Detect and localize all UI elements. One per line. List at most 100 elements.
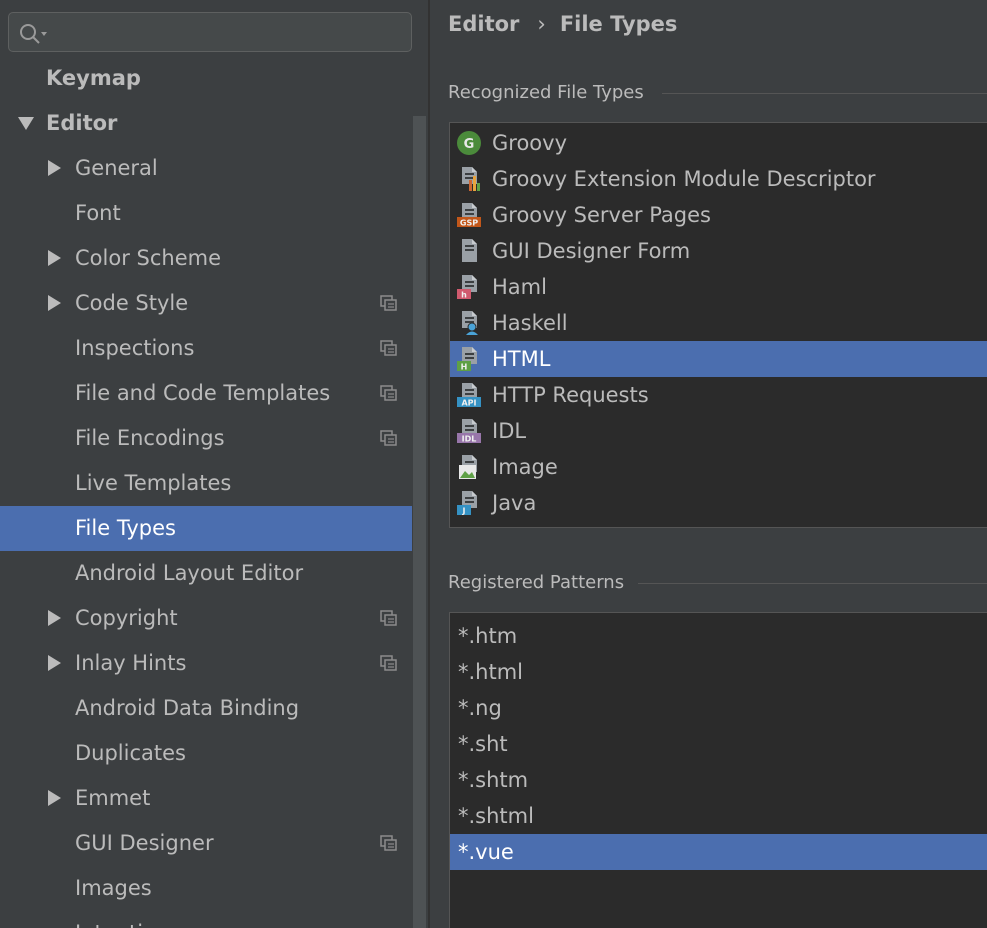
pattern-row[interactable]: *.html	[450, 654, 987, 690]
file-type-row-html[interactable]: H HTML	[450, 341, 987, 377]
search-icon	[20, 24, 47, 44]
groovy-icon: G	[457, 131, 481, 155]
collapse-arrow-right-icon[interactable]	[48, 160, 61, 176]
collapse-arrow-right-icon[interactable]	[48, 655, 61, 671]
sidebar-item-images[interactable]: Images	[0, 866, 428, 911]
sidebar-item-emmet[interactable]: Emmet	[0, 776, 428, 821]
sidebar-item-label: File Encodings	[75, 426, 225, 450]
collapse-arrow-right-icon[interactable]	[48, 790, 61, 806]
sidebar-item-editor[interactable]: Editor	[0, 101, 428, 146]
sidebar-item-label: Android Layout Editor	[75, 561, 304, 585]
collapse-arrow-right-icon[interactable]	[48, 250, 61, 266]
haskell-file-icon	[462, 311, 478, 335]
sidebar-item-general[interactable]: General	[0, 146, 428, 191]
expand-arrow-down-icon[interactable]	[18, 117, 34, 130]
sidebar-item-label: Duplicates	[75, 741, 186, 765]
file-type-row-http-requests[interactable]: API HTTP Requests	[450, 377, 987, 413]
sidebar-item-label: Font	[75, 201, 121, 225]
recognized-file-types-title: Recognized File Types	[448, 82, 644, 103]
sidebar-item-font[interactable]: Font	[0, 191, 428, 236]
gsp-file-icon: GSP	[457, 203, 481, 228]
file-type-row-idl[interactable]: IDL IDL	[450, 413, 987, 449]
project-level-icon	[380, 385, 397, 401]
collapse-arrow-right-icon[interactable]	[48, 295, 61, 311]
project-level-icon	[380, 655, 397, 671]
breadcrumb-parent[interactable]: Editor	[448, 12, 519, 36]
file-type-label: Haml	[492, 275, 547, 299]
collapse-arrow-right-icon[interactable]	[48, 610, 61, 626]
sidebar-item-label: Keymap	[46, 66, 141, 90]
sidebar-item-inlay-hints[interactable]: Inlay Hints	[0, 641, 428, 686]
tree-scrollbar-thumb[interactable]	[413, 116, 426, 928]
recognized-file-types-list[interactable]: G Groovy Groovy Extension Module Descripto…	[449, 122, 987, 528]
sidebar-item-color-scheme[interactable]: Color Scheme	[0, 236, 428, 281]
pattern-label: *.htm	[458, 624, 518, 648]
registered-patterns-title: Registered Patterns	[448, 572, 625, 593]
sidebar-item-label: Emmet	[75, 786, 151, 810]
file-type-row-image[interactable]: Image	[450, 449, 987, 485]
project-level-icon	[380, 295, 397, 311]
sidebar-item-label: Android Data Binding	[75, 696, 300, 720]
sidebar-item-android-data-binding[interactable]: Android Data Binding	[0, 686, 428, 731]
chart-file-icon	[462, 167, 480, 191]
file-type-row-groovy-server-pages[interactable]: GSP Groovy Server Pages	[450, 197, 987, 233]
settings-sidebar: Keymap Editor General Font Color Scheme Code …	[0, 0, 428, 928]
pattern-label: *.ng	[458, 696, 502, 720]
sidebar-item-label: Intentions	[75, 911, 180, 928]
file-type-label: HTTP Requests	[492, 383, 649, 407]
sidebar-item-label: Inspections	[75, 336, 195, 360]
java-file-icon: J	[457, 491, 477, 516]
pattern-row[interactable]: *.htm	[450, 618, 987, 654]
file-type-row-groovy-extension-module-descriptor[interactable]: Groovy Extension Module Descriptor	[450, 161, 987, 197]
sidebar-item-label: Editor	[46, 111, 118, 135]
pattern-label: *.vue	[458, 840, 514, 864]
sidebar-item-copyright[interactable]: Copyright	[0, 596, 428, 641]
breadcrumb: Editor › File Types	[448, 12, 677, 36]
sidebar-item-label: File Types	[75, 516, 176, 540]
file-type-label: GUI Designer Form	[492, 239, 691, 263]
file-type-row-haskell[interactable]: Haskell	[450, 305, 987, 341]
sidebar-item-file-and-code-templates[interactable]: File and Code Templates	[0, 371, 428, 416]
file-type-row-groovy[interactable]: G Groovy	[450, 125, 987, 161]
pattern-label: *.shtml	[458, 804, 534, 828]
sidebar-item-keymap[interactable]: Keymap	[0, 56, 428, 101]
svg-text:GSP: GSP	[460, 219, 478, 228]
file-type-row-java[interactable]: J Java	[450, 485, 987, 521]
pattern-label: *.shtm	[458, 768, 529, 792]
sidebar-item-duplicates[interactable]: Duplicates	[0, 731, 428, 776]
sidebar-item-label: Images	[75, 876, 152, 900]
file-type-row-gui-designer-form[interactable]: GUI Designer Form	[450, 233, 987, 269]
sidebar-item-code-style[interactable]: Code Style	[0, 281, 428, 326]
file-type-label: Groovy Server Pages	[492, 203, 711, 227]
patterns-title-divider	[638, 583, 987, 584]
pattern-row[interactable]: *.shtml	[450, 798, 987, 834]
sidebar-item-file-encodings[interactable]: File Encodings	[0, 416, 428, 461]
project-level-icon	[380, 610, 397, 626]
sidebar-item-label: File and Code Templates	[75, 381, 331, 405]
sidebar-item-label: GUI Designer	[75, 831, 214, 855]
sidebar-item-file-types[interactable]: File Types	[0, 506, 428, 551]
sidebar-item-label: Inlay Hints	[75, 651, 187, 675]
sidebar-item-inspections[interactable]: Inspections	[0, 326, 428, 371]
settings-search-input[interactable]	[53, 19, 407, 47]
sidebar-item-gui-designer[interactable]: GUI Designer	[0, 821, 428, 866]
sidebar-item-android-layout-editor[interactable]: Android Layout Editor	[0, 551, 428, 596]
html-file-icon: H	[457, 347, 477, 372]
sidebar-item-label: Color Scheme	[75, 246, 221, 270]
project-level-icon	[380, 430, 397, 446]
recognized-title-divider	[662, 93, 987, 94]
settings-search-box[interactable]	[8, 12, 412, 52]
pattern-row[interactable]: *.shtm	[450, 762, 987, 798]
registered-patterns-list[interactable]: *.htm *.html *.ng *.sht *.shtm *.shtml *.vue	[449, 612, 987, 928]
file-type-label: Haskell	[492, 311, 568, 335]
pattern-row[interactable]: *.sht	[450, 726, 987, 762]
pattern-row[interactable]: *.vue	[450, 834, 987, 870]
sidebar-item-intentions[interactable]: Intentions	[0, 911, 428, 928]
haml-file-icon: h	[457, 275, 477, 300]
form-file-icon	[462, 239, 477, 262]
pattern-row[interactable]: *.ng	[450, 690, 987, 726]
svg-text:J: J	[462, 507, 466, 516]
sidebar-item-live-templates[interactable]: Live Templates	[0, 461, 428, 506]
project-level-icon	[380, 835, 397, 851]
file-type-row-haml[interactable]: h Haml	[450, 269, 987, 305]
